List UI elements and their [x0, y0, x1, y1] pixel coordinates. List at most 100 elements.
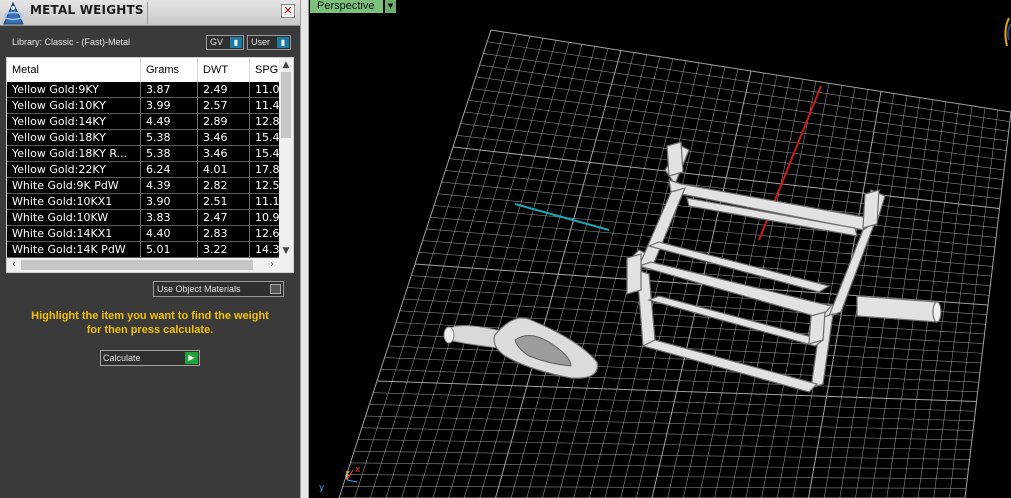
table-row[interactable]: White Gold:10KX13.902.51 11.18: [7, 194, 279, 210]
cell-spg: 17.89: [255, 163, 279, 176]
table-row[interactable]: Yellow Gold:10KY3.992.57 11.45: [7, 98, 279, 114]
table-header: Metal Grams DWT SPG: [7, 58, 279, 82]
cell-spg: 12.61: [255, 227, 279, 240]
cell-metal: White Gold:10KW: [7, 210, 141, 225]
cell-metal: White Gold:9K PdW: [7, 178, 141, 193]
cell-dwt: 4.01: [198, 162, 250, 177]
close-button[interactable]: ✕: [281, 4, 295, 18]
table-row[interactable]: Yellow Gold:22KY6.244.01 17.89: [7, 162, 279, 178]
vertical-scroll-thumb[interactable]: [281, 72, 291, 138]
vertical-scrollbar[interactable]: ▲ ▼: [279, 58, 293, 258]
cell-spg: 12.59: [255, 179, 279, 192]
scroll-right-icon[interactable]: ›: [265, 258, 279, 272]
cell-dwt: 3.46: [198, 146, 250, 161]
cell-dwt: 2.89: [198, 114, 250, 129]
cell-spg: 11.45: [255, 99, 279, 112]
grid-line: [361, 427, 972, 441]
axis-x-label: x: [355, 465, 361, 475]
view-name-tab[interactable]: Perspective: [310, 0, 383, 13]
instruction-line-1: Highlight the item you want to find the …: [31, 310, 269, 322]
column-header-grams[interactable]: Grams: [141, 58, 198, 82]
cell-spg: 10.99: [255, 211, 279, 224]
cell-grams: 3.87: [141, 82, 198, 97]
viewport-scene[interactable]: y z x: [309, 0, 1011, 498]
cell-dwt: 3.46: [198, 130, 250, 145]
info-toggle-icon: ▮: [230, 37, 242, 48]
instruction-text: Highlight the item you want to find the …: [10, 309, 290, 337]
horizontal-scrollbar[interactable]: ‹ ›: [7, 258, 279, 272]
cell-grams: 3.83: [141, 210, 198, 225]
rhino-logo-icon: [3, 1, 24, 25]
cell-grams: 6.24: [141, 162, 198, 177]
cell-dwt: 2.47: [198, 210, 250, 225]
cell-grams: 5.38: [141, 146, 198, 161]
library-label: Library: Classic - (Fast)-Metal: [12, 37, 131, 47]
scroll-up-icon[interactable]: ▲: [279, 58, 293, 72]
metal-weights-table: Metal Grams DWT SPG Yellow Gold:9KY 3.87 2…: [6, 57, 294, 273]
cell-metal: White Gold:10KX1: [7, 194, 141, 209]
user-toggle[interactable]: User ▮: [247, 35, 291, 50]
table-row[interactable]: White Gold:9K PdW4.392.82 12.59: [7, 178, 279, 194]
table-body: Yellow Gold:9KY3.872.4911.08Yellow Gold:…: [7, 82, 279, 258]
chevron-down-icon[interactable]: ▼: [385, 0, 396, 13]
table-row[interactable]: White Gold:14K PdW5.013.22 14.37: [7, 242, 279, 258]
cell-grams: 5.01: [141, 242, 198, 257]
axis-triad: y z x: [319, 465, 361, 493]
calculate-label: Calculate: [103, 353, 141, 363]
table-row[interactable]: Yellow Gold:14KY4.492.89 12.88: [7, 114, 279, 130]
scroll-corner: [279, 258, 293, 272]
scroll-down-icon[interactable]: ▼: [279, 244, 293, 258]
axis-z-label: z: [345, 469, 350, 479]
cell-spg: 12.88: [255, 115, 279, 128]
cell-metal: Yellow Gold:9KY: [7, 82, 141, 97]
cell-metal: Yellow Gold:18KY R...: [7, 146, 141, 161]
cell-dwt: 2.57: [198, 98, 250, 113]
cell-dwt: 3.22: [198, 242, 250, 257]
table-row[interactable]: White Gold:10KW3.832.47 10.99: [7, 210, 279, 226]
cell-metal: Yellow Gold:18KY: [7, 130, 141, 145]
table-row[interactable]: Yellow Gold:9KY3.872.49 11.08: [7, 82, 279, 98]
gv-toggle[interactable]: GV ▮: [206, 35, 244, 50]
cell-spg: 15.41: [255, 131, 279, 144]
cell-dwt: 2.83: [198, 226, 250, 241]
column-header-spg[interactable]: SPG: [250, 58, 279, 82]
cell-spg: 11.18: [255, 195, 279, 208]
column-header-metal[interactable]: Metal: [7, 58, 141, 82]
panel-splitter[interactable]: [300, 0, 309, 498]
user-label: User: [251, 37, 271, 47]
ring-shank-model[interactable]: [443, 317, 599, 379]
cell-grams: 3.90: [141, 194, 198, 209]
table-row[interactable]: Yellow Gold:18KY5.383.46 15.41: [7, 130, 279, 146]
gv-label: GV: [210, 37, 224, 47]
close-icon: ✕: [283, 4, 293, 17]
cell-metal: Yellow Gold:10KY: [7, 98, 141, 113]
horizontal-scroll-thumb[interactable]: [21, 260, 253, 270]
grid-line: [933, 107, 986, 498]
axis-y-label: y: [319, 483, 325, 493]
grid-line: [354, 450, 970, 460]
instruction-line-2: for then press calculate.: [86, 324, 214, 336]
cell-spg: 14.37: [255, 243, 279, 256]
use-object-materials-toggle[interactable]: Use Object Materials: [153, 281, 284, 297]
grid-line: [964, 111, 1011, 498]
panel-titlebar: METAL WEIGHTS ✕: [0, 0, 300, 26]
cell-grams: 4.39: [141, 178, 198, 193]
title-divider: [147, 2, 148, 24]
calculate-button[interactable]: Calculate ▶: [100, 350, 200, 366]
grid-line: [949, 109, 999, 498]
table-row[interactable]: White Gold:14KX14.402.83 12.61: [7, 226, 279, 242]
checkbox-icon: [270, 284, 281, 294]
cell-dwt: 2.82: [198, 178, 250, 193]
cell-metal: White Gold:14KX1: [7, 226, 141, 241]
cell-dwt: 2.49: [198, 82, 250, 97]
table-row[interactable]: Yellow Gold:18KY R...5.383.46 15.41: [7, 146, 279, 162]
scroll-left-icon[interactable]: ‹: [7, 258, 21, 272]
cell-grams: 4.49: [141, 114, 198, 129]
construction-grid: [338, 29, 1011, 498]
panel-title: METAL WEIGHTS: [30, 3, 144, 17]
play-arrow-icon: ▶: [185, 352, 198, 364]
perspective-viewport[interactable]: y z x Perspective ▼: [309, 0, 1011, 498]
cell-dwt: 2.51: [198, 194, 250, 209]
column-header-dwt[interactable]: DWT: [198, 58, 250, 82]
cell-grams: 4.40: [141, 226, 198, 241]
